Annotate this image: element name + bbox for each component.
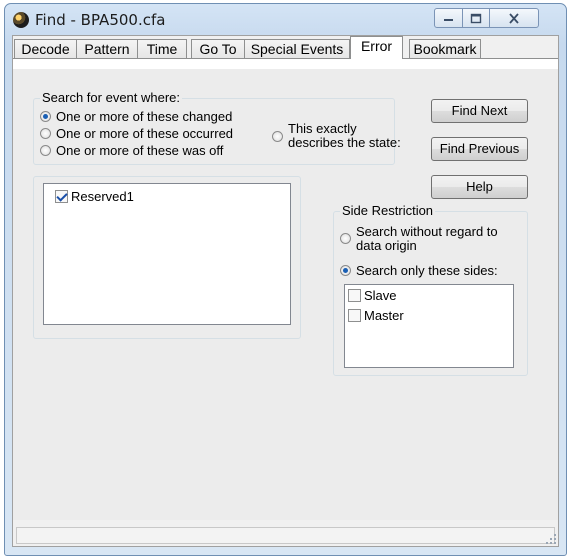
- radio-dot[interactable]: [40, 128, 51, 139]
- status-pane: [16, 527, 555, 544]
- radio-dot[interactable]: [40, 145, 51, 156]
- radio-exactly-label-line1: This exactly: [288, 121, 357, 136]
- maximize-icon: [470, 13, 482, 23]
- side-item-slave[interactable]: Slave: [348, 288, 397, 303]
- tab-error[interactable]: Error: [350, 36, 403, 59]
- minimize-icon: [443, 19, 453, 21]
- tab-decode[interactable]: Decode: [14, 39, 77, 58]
- tab-go-to[interactable]: Go To: [191, 39, 245, 58]
- close-icon: [509, 12, 519, 24]
- side-restriction-group: Side Restriction Search without regard t…: [333, 203, 528, 376]
- events-listbox[interactable]: Reserved1: [43, 183, 291, 325]
- checkbox[interactable]: [55, 190, 68, 203]
- radio-exactly[interactable]: This exactly describes the state:: [272, 122, 401, 150]
- checkbox[interactable]: [348, 289, 361, 302]
- radio-changed[interactable]: One or more of these changed: [40, 109, 232, 124]
- status-bar: [13, 520, 558, 546]
- tab-pattern[interactable]: Pattern: [76, 39, 138, 58]
- radio-any-origin-label-line2: data origin: [356, 238, 417, 253]
- radio-exactly-label-line2: describes the state:: [288, 135, 401, 150]
- radio-dot[interactable]: [40, 111, 51, 122]
- radio-changed-label: One or more of these changed: [56, 109, 233, 124]
- tab-strip: Decode Pattern Time Go To Special Events…: [13, 36, 558, 59]
- maximize-button[interactable]: [462, 8, 490, 28]
- checkbox[interactable]: [348, 309, 361, 322]
- radio-any-origin-label: Search without regard to data origin: [356, 225, 498, 253]
- search-group-title: Search for event where:: [40, 90, 183, 106]
- radio-was-off-label: One or more of these was off: [56, 143, 224, 158]
- side-item-label: Master: [364, 308, 404, 323]
- search-group: Search for event where: One or more of t…: [33, 90, 401, 165]
- side-item-master[interactable]: Master: [348, 308, 404, 323]
- events-group: Reserved1: [33, 176, 301, 339]
- radio-any-origin-label-line1: Search without regard to: [356, 224, 498, 239]
- side-item-label: Slave: [364, 288, 397, 303]
- radio-occurred[interactable]: One or more of these occurred: [40, 126, 233, 141]
- radio-only-sides-label: Search only these sides:: [356, 263, 498, 278]
- find-window: Find - BPA500.cfa Decode Pattern Time Go…: [4, 3, 567, 556]
- help-button[interactable]: Help: [431, 175, 528, 199]
- tab-content: Search for event where: One or more of t…: [13, 58, 558, 520]
- window-title: Find - BPA500.cfa: [35, 11, 166, 29]
- title-bar[interactable]: Find - BPA500.cfa: [5, 4, 566, 36]
- sides-listbox[interactable]: Slave Master: [344, 284, 514, 368]
- resize-grip-icon[interactable]: [546, 534, 556, 544]
- error-panel: Search for event where: One or more of t…: [13, 69, 558, 520]
- find-previous-button[interactable]: Find Previous: [431, 137, 528, 161]
- app-globe-icon[interactable]: [13, 12, 29, 28]
- close-button[interactable]: [489, 8, 539, 28]
- radio-any-origin[interactable]: Search without regard to data origin: [340, 225, 498, 253]
- radio-was-off[interactable]: One or more of these was off: [40, 143, 223, 158]
- radio-occurred-label: One or more of these occurred: [56, 126, 234, 141]
- event-item-reserved1[interactable]: Reserved1: [55, 189, 134, 204]
- radio-dot[interactable]: [272, 130, 283, 142]
- side-restriction-title: Side Restriction: [340, 203, 436, 219]
- tab-bookmark[interactable]: Bookmark: [409, 39, 481, 58]
- radio-dot[interactable]: [340, 233, 351, 244]
- minimize-button[interactable]: [434, 8, 463, 28]
- event-item-label: Reserved1: [71, 189, 134, 204]
- radio-exactly-label: This exactly describes the state:: [288, 122, 401, 150]
- dialog-client: Decode Pattern Time Go To Special Events…: [12, 35, 559, 547]
- find-next-button[interactable]: Find Next: [431, 99, 528, 123]
- radio-dot[interactable]: [340, 265, 351, 276]
- tab-time[interactable]: Time: [137, 39, 187, 58]
- tab-special-events[interactable]: Special Events: [244, 39, 350, 58]
- radio-only-sides[interactable]: Search only these sides:: [340, 263, 498, 278]
